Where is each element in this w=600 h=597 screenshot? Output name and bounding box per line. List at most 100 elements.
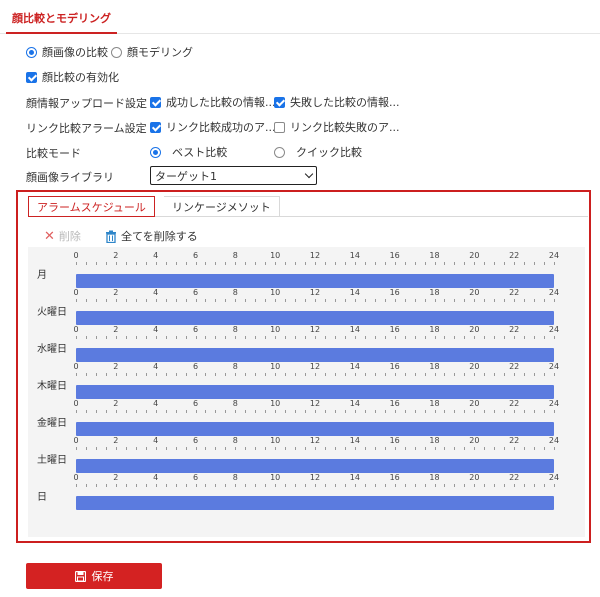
hour-tick-mark bbox=[404, 262, 406, 265]
hour-tick-mark bbox=[444, 262, 446, 265]
schedule-day-row: 火曜日 0 2 4 6 8 10 12 14 16 18 20 22 24 bbox=[28, 288, 585, 325]
schedule-time-bar[interactable] bbox=[76, 459, 554, 473]
radio-dot[interactable] bbox=[26, 46, 37, 58]
hour-tick-mark bbox=[215, 299, 217, 302]
radio-dot[interactable] bbox=[150, 146, 161, 158]
radio-face-modeling[interactable]: 顔モデリング bbox=[111, 44, 193, 60]
hour-tick-mark bbox=[295, 447, 297, 450]
hour-tick-mark bbox=[534, 373, 536, 376]
hour-tick-mark bbox=[424, 484, 426, 487]
hour-tick-mark bbox=[165, 447, 167, 450]
hour-tick-mark bbox=[484, 373, 486, 376]
schedule-time-bar[interactable] bbox=[76, 422, 554, 436]
hour-tick-mark bbox=[504, 299, 506, 302]
hour-tick-mark bbox=[444, 447, 446, 450]
hour-tick-mark bbox=[76, 262, 77, 265]
upload-success-checkbox[interactable] bbox=[150, 96, 161, 108]
hour-tick-mark bbox=[115, 373, 117, 376]
hour-tick-mark bbox=[494, 373, 496, 376]
tab-face-compare[interactable]: 顔比較とモデリング bbox=[6, 0, 117, 34]
hour-tick-mark bbox=[514, 447, 516, 450]
hour-tick-mark bbox=[235, 447, 237, 450]
enable-checkbox[interactable] bbox=[26, 71, 37, 83]
hour-tick-mark bbox=[245, 299, 247, 302]
hour-tick-mark bbox=[255, 262, 257, 265]
hour-tick-label: 6 bbox=[192, 251, 199, 260]
library-label: 顔画像ライブラリ bbox=[26, 171, 114, 184]
upload-fail-option[interactable]: 失敗した比較の情報... bbox=[274, 94, 400, 110]
enable-face-compare[interactable]: 顔比較の有効化 bbox=[26, 69, 119, 85]
hour-tick-mark bbox=[394, 299, 396, 302]
hour-tick-mark bbox=[215, 262, 217, 265]
tab-alarm-schedule[interactable]: アラームスケジュール bbox=[28, 196, 155, 217]
schedule-day-label: 土曜日 bbox=[37, 455, 67, 466]
hour-tick-mark bbox=[165, 262, 167, 265]
hour-tick-mark bbox=[295, 373, 297, 376]
hour-tick-label: 24 bbox=[548, 362, 560, 371]
link-success-checkbox[interactable] bbox=[150, 121, 161, 133]
hour-tick-mark bbox=[115, 410, 117, 413]
hour-tick-mark bbox=[444, 336, 446, 339]
upload-success-option[interactable]: 成功した比較の情報... bbox=[150, 94, 276, 110]
radio-quick-compare[interactable]: クイック比較 bbox=[274, 144, 362, 160]
hour-tick-mark bbox=[225, 336, 227, 339]
radio-best-compare[interactable]: ベスト比較 bbox=[150, 144, 227, 160]
hour-tick-label: 18 bbox=[429, 473, 440, 482]
schedule-time-bar[interactable] bbox=[76, 311, 554, 325]
hour-tick-mark bbox=[424, 262, 426, 265]
hour-tick-mark bbox=[76, 336, 77, 339]
hour-tick-label: 4 bbox=[153, 399, 159, 408]
delete-button[interactable]: ✕ 削除 bbox=[44, 228, 81, 244]
hour-tick-mark bbox=[534, 336, 536, 339]
hour-tick-mark bbox=[105, 299, 107, 302]
hour-tick-mark bbox=[245, 410, 247, 413]
link-success-option[interactable]: リンク比較成功のア... bbox=[150, 119, 276, 135]
radio-dot[interactable] bbox=[274, 146, 285, 158]
hour-tick-mark bbox=[444, 410, 446, 413]
hour-tick-mark bbox=[225, 373, 227, 376]
hour-tick-mark bbox=[414, 336, 416, 339]
hour-tick-mark bbox=[285, 299, 287, 302]
hour-tick-label: 4 bbox=[153, 325, 159, 334]
hour-tick-mark bbox=[524, 262, 526, 265]
hour-tick-mark bbox=[544, 299, 546, 302]
hour-tick-mark bbox=[504, 336, 506, 339]
hour-tick-mark bbox=[384, 373, 386, 376]
link-fail-checkbox[interactable] bbox=[274, 121, 285, 133]
library-select[interactable]: ターゲット1 bbox=[150, 166, 317, 185]
schedule-time-bar[interactable] bbox=[76, 496, 554, 510]
hour-tick-mark bbox=[354, 299, 356, 302]
hour-tick-mark bbox=[285, 336, 287, 339]
hour-tick-mark bbox=[474, 262, 476, 265]
hour-tick-mark bbox=[95, 447, 97, 450]
hour-tick-mark bbox=[255, 336, 257, 339]
hour-tick-mark bbox=[324, 299, 326, 302]
schedule-time-bar[interactable] bbox=[76, 274, 554, 288]
hour-tick-mark bbox=[315, 336, 316, 339]
tab-linkage-method[interactable]: リンケージメソット bbox=[164, 196, 280, 217]
hour-tick-label: 0 bbox=[73, 251, 79, 260]
hour-tick-mark bbox=[165, 299, 167, 302]
radio-dot[interactable] bbox=[111, 46, 122, 58]
hour-tick-mark bbox=[225, 262, 227, 265]
hour-tick-mark bbox=[315, 410, 316, 413]
hour-tick-mark bbox=[195, 484, 197, 487]
save-button[interactable]: 保存 bbox=[26, 563, 162, 589]
hour-tick-mark bbox=[514, 262, 516, 265]
hour-tick-mark bbox=[245, 484, 247, 487]
upload-fail-checkbox[interactable] bbox=[274, 96, 285, 108]
hour-tick-label: 10 bbox=[270, 362, 281, 371]
hour-tick-label: 24 bbox=[548, 325, 560, 334]
radio-face-compare[interactable]: 顔画像の比較 bbox=[26, 44, 108, 60]
schedule-time-bar[interactable] bbox=[76, 385, 554, 399]
link-fail-option[interactable]: リンク比較失敗のア... bbox=[274, 119, 400, 135]
delete-all-button[interactable]: 全てを削除する bbox=[105, 228, 198, 244]
hour-tick-mark bbox=[374, 373, 376, 376]
hour-tick-mark bbox=[145, 299, 147, 302]
link-fail-label: リンク比較失敗のア... bbox=[290, 121, 400, 134]
hour-tick-mark bbox=[324, 336, 326, 339]
hour-tick-mark bbox=[275, 447, 277, 450]
schedule-time-bar[interactable] bbox=[76, 348, 554, 362]
hour-axis: 0 2 4 6 8 10 12 14 16 18 20 22 24 bbox=[73, 362, 560, 376]
hour-tick-mark bbox=[524, 410, 526, 413]
